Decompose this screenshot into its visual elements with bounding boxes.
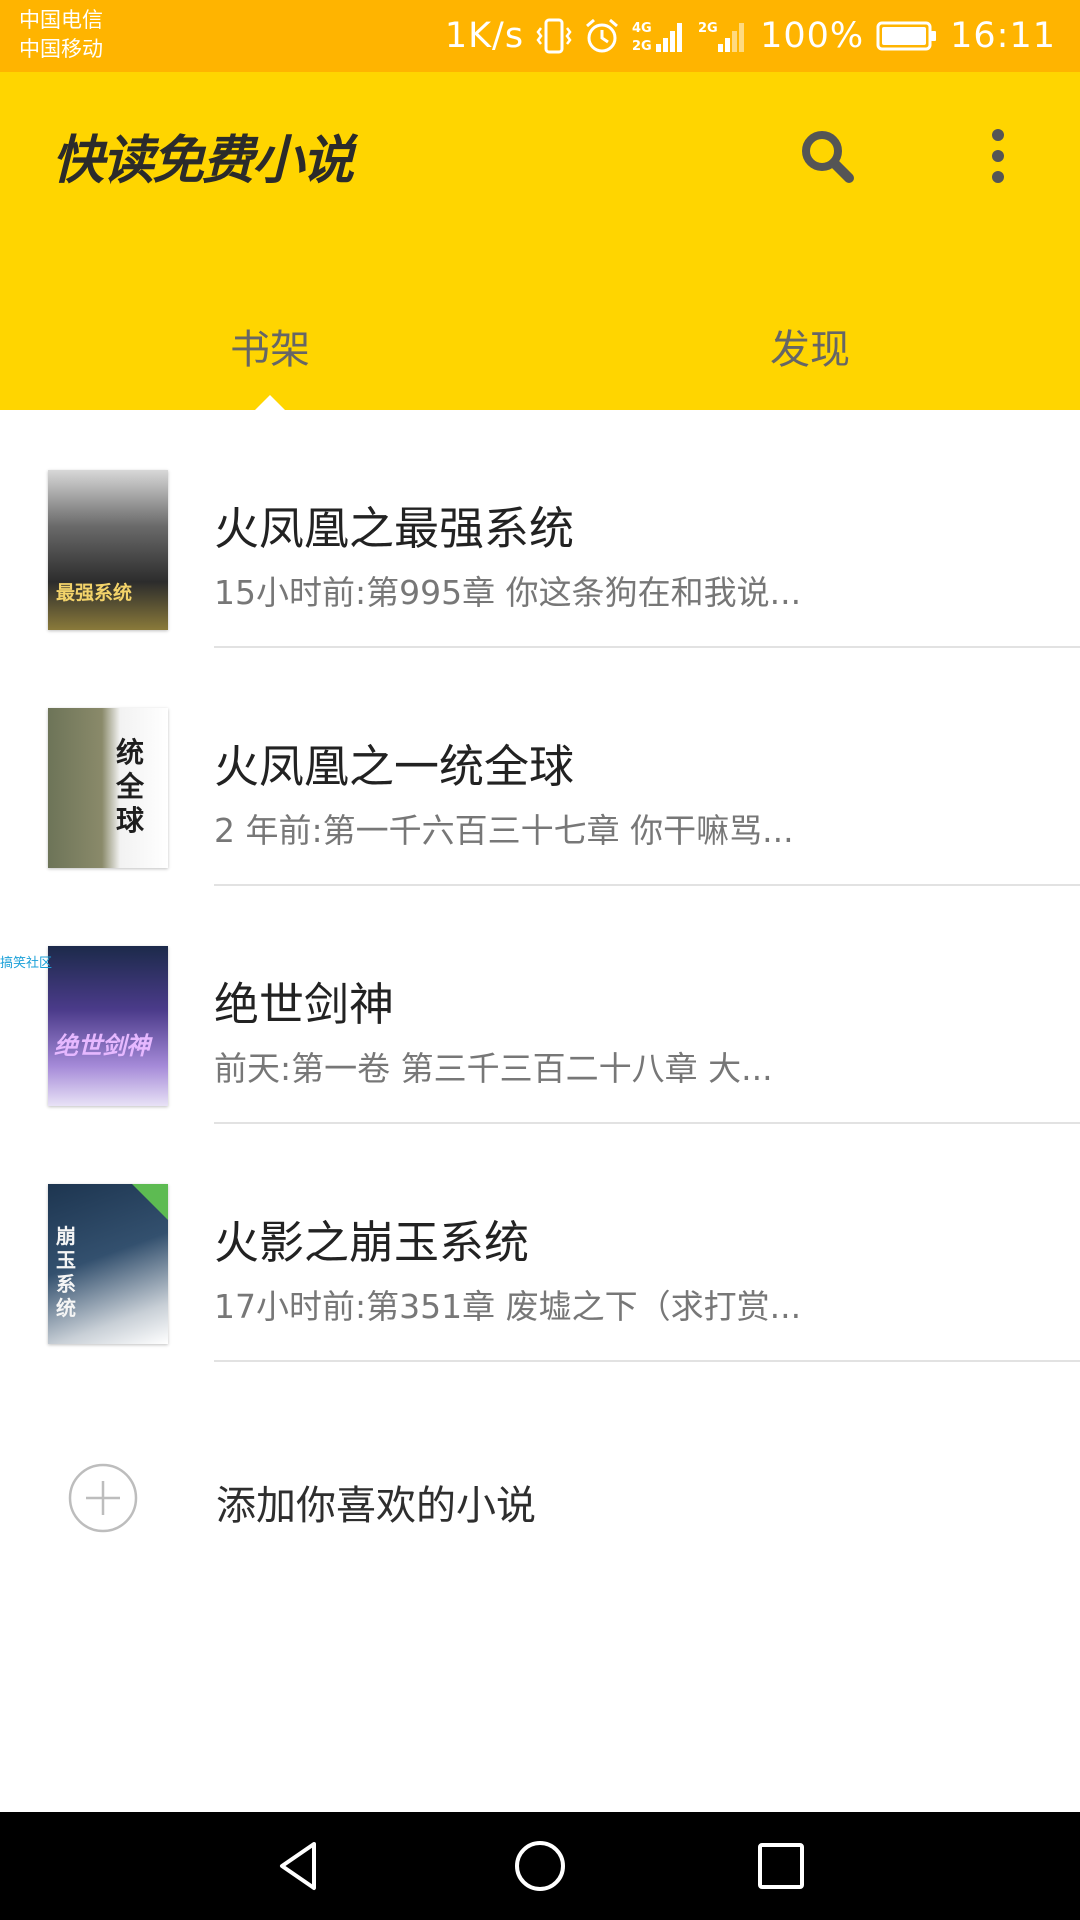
- list-item[interactable]: 统全球 火凤凰之一统全球 2 年前:第一千六百三十七章 你干嘛骂...: [0, 648, 1080, 886]
- search-icon: [802, 131, 854, 183]
- cover-corner-ribbon: [132, 1184, 168, 1220]
- more-options-button[interactable]: [980, 124, 1016, 188]
- cover-title: 绝世剑神: [54, 1031, 150, 1060]
- nav-back-button[interactable]: [270, 1836, 330, 1896]
- nav-home-button[interactable]: [510, 1836, 570, 1896]
- recents-icon: [758, 1843, 804, 1889]
- cover-title: 崩玉系统: [56, 1224, 76, 1320]
- book-cover: 崩玉系统: [48, 1184, 168, 1344]
- tab-bar: 书架 发现: [0, 290, 1080, 410]
- signal-4g-icon: 4G 2G: [632, 18, 686, 54]
- book-title: 火影之崩玉系统: [214, 1216, 530, 1269]
- book-latest-chapter: 2 年前:第一千六百三十七章 你干嘛骂...: [214, 811, 794, 850]
- svg-text:2G: 2G: [632, 39, 652, 54]
- alarm-icon: [584, 17, 620, 55]
- book-latest-chapter: 前天:第一卷 第三千三百二十八章 大...: [214, 1049, 773, 1088]
- battery-percent: 100%: [760, 16, 865, 56]
- tab-discover[interactable]: 发现: [540, 290, 1080, 410]
- tab-indicator: [254, 395, 286, 411]
- app-bar: 快读免费小说 书架 发现: [0, 72, 1080, 410]
- status-bar: 中国电信 中国移动 1K/s 4G 2G 2G 100% 16:11: [0, 0, 1080, 72]
- cover-title: 最强系统: [56, 582, 133, 604]
- carrier-1: 中国电信: [19, 8, 103, 32]
- carrier-2: 中国移动: [19, 37, 103, 61]
- book-title: 火凤凰之一统全球: [214, 740, 575, 793]
- app-title: 快读免费小说: [52, 131, 354, 191]
- book-title: 绝世剑神: [214, 978, 395, 1031]
- book-cover: 绝世剑神: [48, 946, 168, 1106]
- list-item[interactable]: 崩玉系统 火影之崩玉系统 17小时前:第351章 废墟之下（求打赏...: [0, 1124, 1080, 1362]
- book-latest-chapter: 15小时前:第995章 你这条狗在和我说...: [214, 573, 802, 612]
- net-speed: 1K/s: [444, 16, 525, 56]
- cover-title: 统全球: [116, 736, 145, 837]
- add-book-label: 添加你喜欢的小说: [216, 1483, 536, 1529]
- book-latest-chapter: 17小时前:第351章 废墟之下（求打赏...: [214, 1287, 802, 1326]
- search-button[interactable]: [795, 124, 859, 188]
- list-item[interactable]: 绝世剑神 绝世剑神 前天:第一卷 第三千三百二十八章 大...: [0, 886, 1080, 1124]
- list-item[interactable]: 最强系统 火凤凰之最强系统 15小时前:第995章 你这条狗在和我说...: [0, 410, 1080, 648]
- svg-text:2G: 2G: [698, 21, 718, 36]
- watermark: 搞笑社区: [0, 956, 53, 971]
- home-icon: [515, 1841, 565, 1891]
- signal-2g-icon: 2G: [698, 18, 748, 54]
- book-cover: 统全球: [48, 708, 168, 868]
- vibrate-icon: [536, 16, 572, 56]
- divider: [214, 1360, 1080, 1362]
- bookshelf-list: 最强系统 火凤凰之最强系统 15小时前:第995章 你这条狗在和我说... 统全…: [0, 410, 1080, 1362]
- battery-icon: [876, 20, 938, 52]
- book-cover: 最强系统: [48, 470, 168, 630]
- book-title: 火凤凰之最强系统: [214, 502, 575, 555]
- more-vert-icon: [992, 129, 1004, 183]
- system-nav-bar: [0, 1812, 1080, 1920]
- carrier-info: 中国电信 中国移动: [19, 6, 103, 64]
- status-icons: 1K/s 4G 2G 2G 100% 16:11: [445, 0, 1056, 72]
- svg-text:4G: 4G: [632, 21, 652, 36]
- add-circle-icon: [68, 1463, 138, 1533]
- add-book-button[interactable]: 添加你喜欢的小说: [0, 1421, 1080, 1571]
- nav-recents-button[interactable]: [751, 1836, 811, 1896]
- clock: 16:11: [950, 16, 1056, 56]
- tab-bookshelf[interactable]: 书架: [0, 290, 540, 410]
- back-icon: [280, 1842, 316, 1890]
